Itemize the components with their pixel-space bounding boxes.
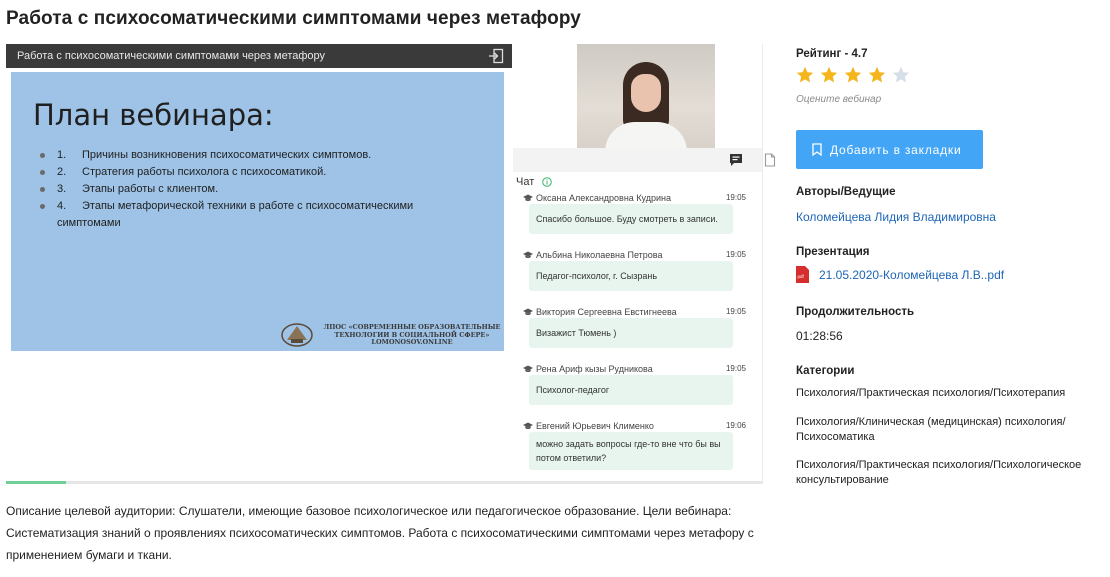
category-link[interactable]: Психология/Практическая психология/Психо… <box>796 386 1096 401</box>
organization-logo <box>281 323 313 347</box>
chat-message: Альбина Николаевна Петрова 19:05 Педагог… <box>523 248 758 305</box>
star-icon[interactable] <box>868 66 886 84</box>
author-link[interactable]: Коломейцева Лидия Владимировна <box>796 210 996 224</box>
duration-value: 01:28:56 <box>796 329 843 343</box>
presentation-file[interactable]: pdf 21.05.2020-Коломейцева Л.В..pdf <box>796 266 1004 283</box>
organization-logo-text: ЛПОС «СОВРЕМЕННЫЕ ОБРАЗОВАТЕЛЬНЫЕ ТЕХНОЛ… <box>323 323 501 346</box>
categories-title: Категории <box>796 365 855 377</box>
graduation-cap-icon <box>523 251 533 259</box>
graduation-cap-icon <box>523 365 533 373</box>
rating-label: Рейтинг - 4.7 <box>796 48 868 60</box>
chat-time: 19:06 <box>725 421 746 430</box>
chat-icon[interactable] <box>729 153 743 167</box>
slide-header-title: Работа с психосоматическими симптомами ч… <box>17 50 326 62</box>
chat-time: 19:05 <box>725 250 746 259</box>
chat-time: 19:05 <box>725 364 746 373</box>
chat-label: Чат <box>516 176 535 188</box>
add-bookmark-label: Добавить в закладки <box>830 142 962 157</box>
chat-author: Рена Ариф кызы Рудникова <box>536 364 653 374</box>
presentation-link[interactable]: 21.05.2020-Коломейцева Л.В..pdf <box>819 268 1004 282</box>
page-title: Работа с психосоматическими симптомами ч… <box>6 8 581 29</box>
chat-author: Евгений Юрьевич Клименко <box>536 421 654 431</box>
presentation-title: Презентация <box>796 246 870 258</box>
info-icon[interactable] <box>542 177 552 187</box>
rating-stars[interactable] <box>796 66 910 84</box>
star-icon[interactable] <box>844 66 862 84</box>
chat-bubble: Психолог-педагог <box>529 375 733 405</box>
rate-hint: Оцените вебинар <box>796 94 882 105</box>
exit-icon[interactable] <box>488 48 504 64</box>
pdf-file-icon: pdf <box>796 266 809 283</box>
graduation-cap-icon <box>523 422 533 430</box>
slide-plan-list: 1. Причины возникновения психосоматически… <box>37 147 477 232</box>
star-icon[interactable] <box>892 66 910 84</box>
chat-time: 19:05 <box>725 193 746 202</box>
chat-bubble: Педагог-психолог, г. Сызрань <box>529 261 733 291</box>
category-link[interactable]: Психология/Клиническая (медицинская) пси… <box>796 415 1096 445</box>
add-bookmark-button[interactable]: Добавить в закладки <box>796 130 983 169</box>
slide-plan-item: 1. Причины возникновения психосоматически… <box>37 147 477 164</box>
slide-header: Работа с психосоматическими симптомами ч… <box>6 44 512 68</box>
chat-bubble: можно задать вопросы где-то вне что бы в… <box>529 432 733 470</box>
graduation-cap-icon <box>523 308 533 316</box>
document-icon[interactable] <box>763 153 777 167</box>
chat-message: Виктория Сергеевна Евстигнеева 19:05 Виз… <box>523 305 758 362</box>
authors-title: Авторы/Ведущие <box>796 186 896 198</box>
chat-message: Евгений Юрьевич Клименко 19:06 можно зад… <box>523 419 758 476</box>
graduation-cap-icon <box>523 194 533 202</box>
duration-title: Продолжительность <box>796 306 915 318</box>
slide-plan-item: 3. Этапы работы с клиентом. <box>37 181 477 198</box>
bookmark-icon <box>812 143 822 156</box>
playback-progress[interactable] <box>6 481 762 484</box>
star-icon[interactable] <box>796 66 814 84</box>
chat-message-list: Оксана Александровна Кудрина 19:05 Спаси… <box>523 191 758 476</box>
category-link[interactable]: Психология/Практическая психология/Психо… <box>796 458 1096 488</box>
slide-plan-item: 2. Стратегия работы психолога с психосома… <box>37 164 477 181</box>
playback-progress-fill <box>6 481 67 484</box>
svg-text:pdf: pdf <box>798 274 805 279</box>
webinar-description: Описание целевой аудитории: Слушатели, и… <box>6 504 754 562</box>
slide-plan-item: 4. Этапы метафорической техники в работе … <box>37 198 477 232</box>
chat-message: Оксана Александровна Кудрина 19:05 Спаси… <box>523 191 758 248</box>
chat-bubble: Визажист Тюмень ) <box>529 318 733 348</box>
presentation-slide: План вебинара: 1. Причины возникновения п… <box>11 72 504 351</box>
presenter-video <box>577 44 715 148</box>
chat-author: Виктория Сергеевна Евстигнеева <box>536 307 677 317</box>
chat-author: Оксана Александровна Кудрина <box>536 193 672 203</box>
chat-toolbar <box>513 148 776 172</box>
chat-time: 19:05 <box>725 307 746 316</box>
webinar-player: Работа с психосоматическими симптомами ч… <box>6 44 776 484</box>
star-icon[interactable] <box>820 66 838 84</box>
chat-author: Альбина Николаевна Петрова <box>536 250 663 260</box>
slide-title: План вебинара: <box>33 98 274 132</box>
chat-message: Рена Ариф кызы Рудникова 19:05 Психолог-… <box>523 362 758 419</box>
chat-bubble: Спасибо большое. Буду смотреть в записи. <box>529 204 733 234</box>
